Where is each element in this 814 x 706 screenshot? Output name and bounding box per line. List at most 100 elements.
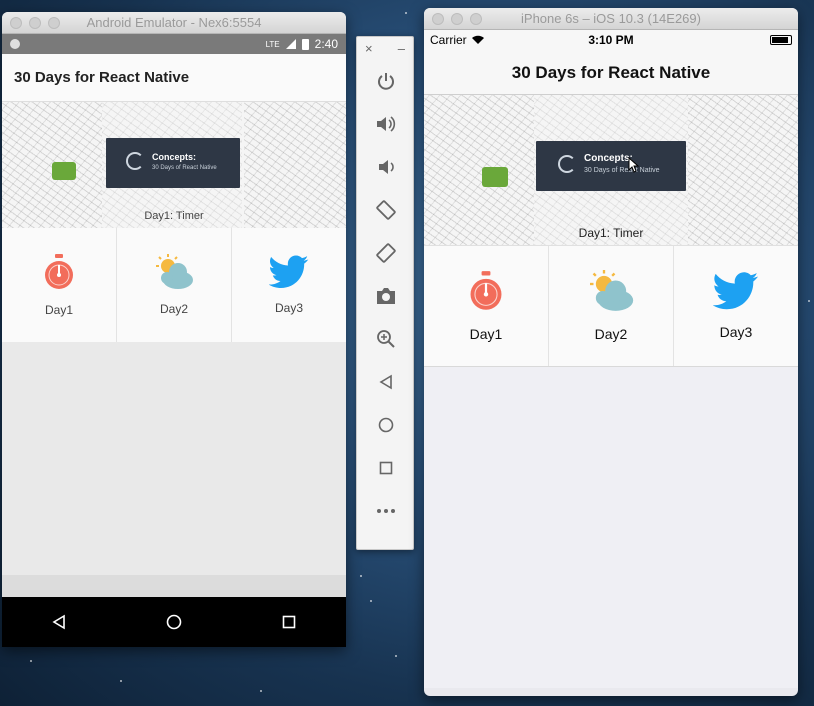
star <box>808 300 810 302</box>
chair-seat <box>52 162 76 180</box>
zoom-icon <box>377 329 395 348</box>
volume-down-button[interactable] <box>357 145 415 188</box>
volume-down-icon <box>379 159 394 174</box>
star <box>370 600 372 602</box>
rotate-left-button[interactable] <box>357 188 415 231</box>
close-window-button[interactable] <box>10 17 22 29</box>
toolbar-back-button[interactable] <box>357 360 415 403</box>
home-icon <box>378 417 394 432</box>
more-icon <box>377 508 395 513</box>
ios-simulator-window: iPhone 6s – iOS 10.3 (14E269) Carrier 3:… <box>424 8 798 696</box>
window-controls <box>432 13 482 25</box>
day1-cell[interactable]: Day1 <box>424 246 549 366</box>
minimize-window-button[interactable] <box>451 13 463 25</box>
day2-label: Day2 <box>159 302 188 316</box>
ios-app-title: 30 Days for React Native <box>424 50 798 95</box>
concept-card-subtitle: 30 Days of React Native <box>152 165 217 171</box>
power-icon <box>378 72 394 90</box>
doodle-sketch <box>688 95 798 245</box>
volume-up-icon <box>377 115 396 132</box>
zoom-window-button[interactable] <box>48 17 60 29</box>
rotate-right-icon <box>376 242 396 263</box>
android-status-time: 2:40 <box>314 37 338 51</box>
android-content: Concepts: 30 Days of React Native Day1: … <box>2 102 346 575</box>
android-window-title: Android Emulator - Nex6:5554 <box>86 15 262 30</box>
signal-icon <box>285 39 296 49</box>
toolbar-minimize-button[interactable]: – <box>398 41 405 56</box>
back-icon <box>379 374 392 389</box>
twitter-bird-icon <box>713 272 759 310</box>
day1-label: Day1 <box>44 303 73 317</box>
android-days-grid: Day1 Day2 Day3 <box>2 228 346 342</box>
screenshot-button[interactable] <box>357 274 415 317</box>
star <box>405 12 407 14</box>
zoom-window-button[interactable] <box>470 13 482 25</box>
back-icon[interactable] <box>51 614 67 630</box>
concept-card-title: Concepts: <box>584 153 633 164</box>
star <box>120 680 122 682</box>
toolbar-header: × – <box>357 37 413 59</box>
android-status-bar: LTE 2:40 <box>2 34 346 54</box>
volume-up-button[interactable] <box>357 102 415 145</box>
rotate-right-button[interactable] <box>357 231 415 274</box>
android-emulator-window: Android Emulator - Nex6:5554 LTE 2:40 30… <box>2 12 346 647</box>
ios-window-title: iPhone 6s – iOS 10.3 (14E269) <box>521 11 701 26</box>
chair-sketch <box>424 95 534 245</box>
day2-cell[interactable]: Day2 <box>117 228 232 342</box>
toolbar-home-button[interactable] <box>357 403 415 446</box>
day3-label: Day3 <box>274 301 303 315</box>
day1-cell[interactable]: Day1 <box>2 228 117 342</box>
loading-spinner-icon <box>558 155 576 173</box>
window-controls <box>10 17 60 29</box>
more-button[interactable] <box>357 489 415 532</box>
emulator-toolbar: × – <box>356 36 414 550</box>
toolbar-close-button[interactable]: × <box>365 41 373 56</box>
lte-indicator: LTE <box>265 39 280 49</box>
star <box>30 660 32 662</box>
toolbar-overview-button[interactable] <box>357 446 415 489</box>
close-window-button[interactable] <box>432 13 444 25</box>
day3-cell[interactable]: Day3 <box>674 246 798 366</box>
battery-icon <box>301 38 309 50</box>
rotate-left-icon <box>376 199 396 220</box>
ios-status-time: 3:10 PM <box>588 33 634 47</box>
android-status-right: LTE 2:40 <box>266 37 338 51</box>
android-app-title: 30 Days for React Native <box>2 54 346 102</box>
android-notification-icon <box>10 39 20 49</box>
recents-icon[interactable] <box>281 614 297 630</box>
star <box>395 655 397 657</box>
ios-banner[interactable]: Concepts: 30 Days of React Native Day1: … <box>424 95 798 245</box>
concept-card: Concepts: 30 Days of React Native <box>106 138 240 188</box>
twitter-bird-icon <box>269 255 309 288</box>
partly-cloudy-icon <box>156 254 193 289</box>
stopwatch-icon <box>45 254 73 289</box>
ios-window-titlebar[interactable]: iPhone 6s – iOS 10.3 (14E269) <box>424 8 798 30</box>
stopwatch-icon <box>470 271 502 310</box>
day1-label: Day1 <box>469 326 503 342</box>
android-window-titlebar[interactable]: Android Emulator - Nex6:5554 <box>2 12 346 34</box>
android-nav-bar <box>2 597 346 647</box>
partly-cloudy-icon <box>590 270 634 311</box>
banner-caption: Day1: Timer <box>578 226 644 240</box>
concept-card-title: Concepts: <box>152 152 197 162</box>
loading-spinner-icon <box>126 152 144 170</box>
concept-card-subtitle: 30 Days of React Native <box>584 167 660 174</box>
ios-content: Concepts: 30 Days of React Native Day1: … <box>424 95 798 688</box>
zoom-button[interactable] <box>357 317 415 360</box>
banner-caption: Day1: Timer <box>144 210 204 222</box>
power-button[interactable] <box>357 59 415 102</box>
ios-status-bar: Carrier 3:10 PM <box>424 30 798 50</box>
star <box>360 575 362 577</box>
mouse-cursor-icon <box>628 157 640 173</box>
minimize-window-button[interactable] <box>29 17 41 29</box>
home-icon[interactable] <box>166 614 182 630</box>
camera-icon <box>377 287 395 304</box>
day2-cell[interactable]: Day2 <box>549 246 674 366</box>
star <box>260 690 262 692</box>
chair-seat <box>482 167 508 187</box>
android-banner[interactable]: Concepts: 30 Days of React Native Day1: … <box>2 102 346 228</box>
ios-days-grid: Day1 Day2 Day3 <box>424 245 798 367</box>
day3-label: Day3 <box>719 324 753 340</box>
day3-cell[interactable]: Day3 <box>232 228 346 342</box>
concept-card: Concepts: 30 Days of React Native <box>536 141 686 191</box>
